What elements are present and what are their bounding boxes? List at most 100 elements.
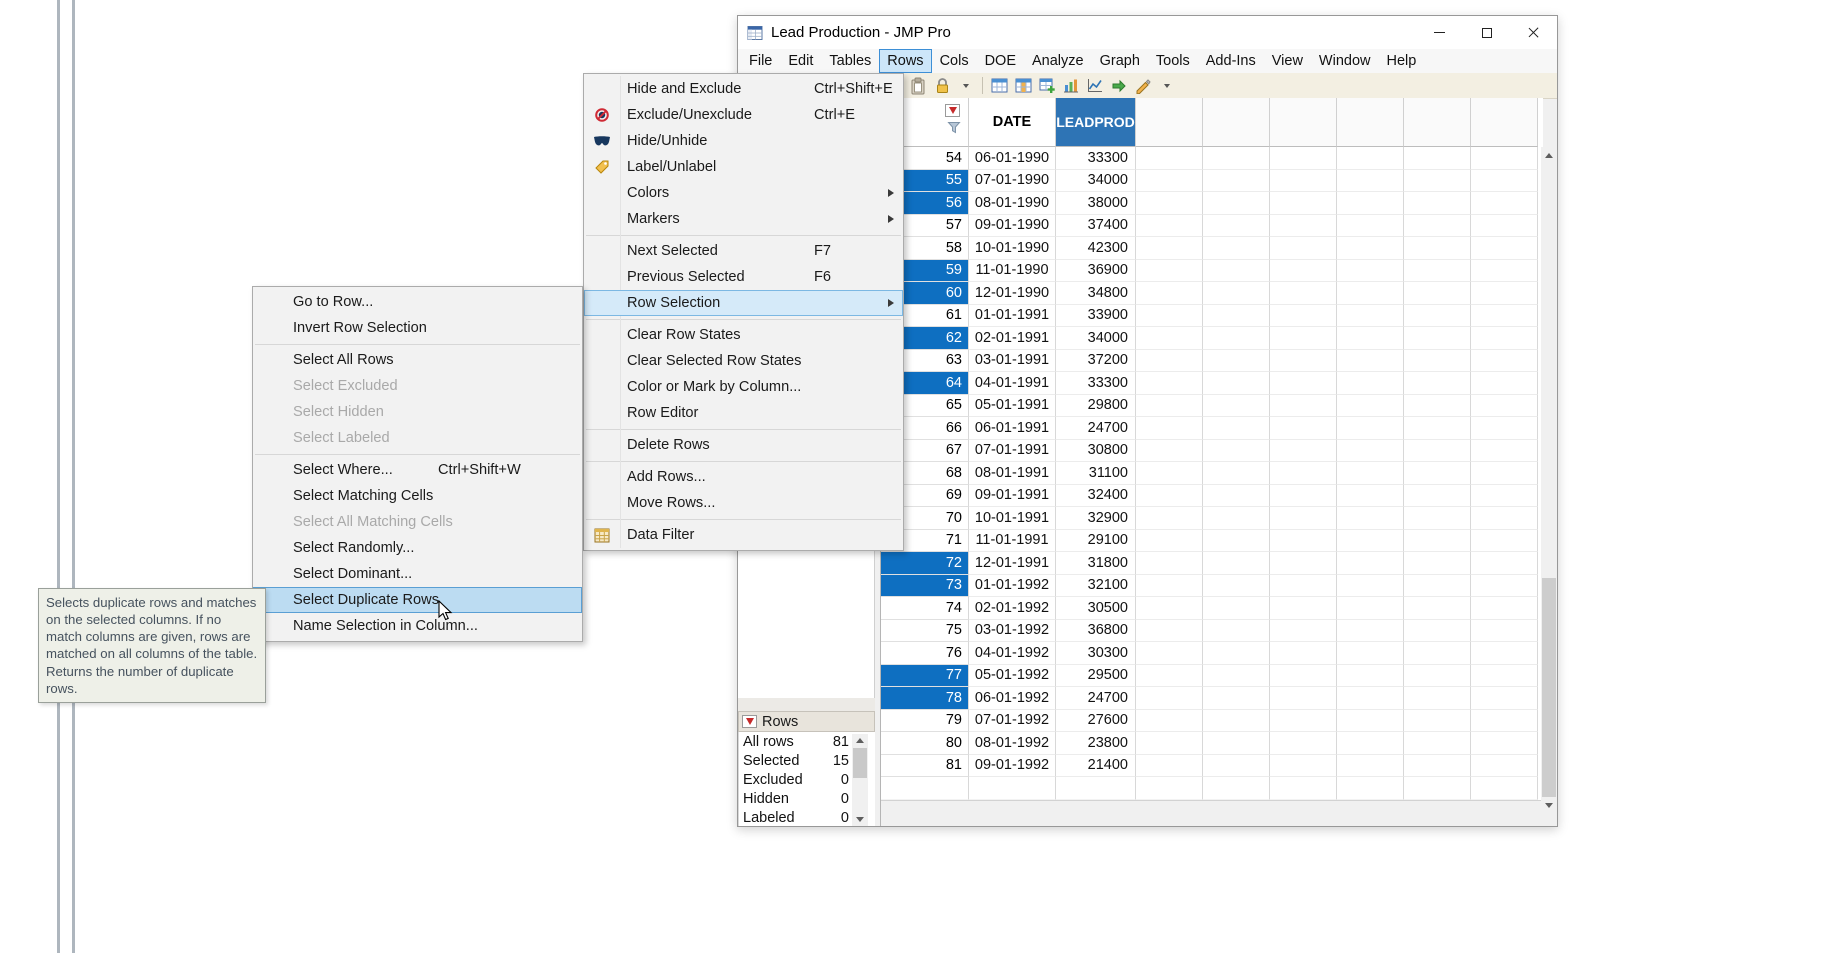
empty-cell[interactable] <box>1270 687 1337 710</box>
empty-cell[interactable] <box>1203 529 1270 552</box>
date-cell[interactable]: 05-01-1992 <box>969 664 1056 687</box>
empty-cell[interactable] <box>1471 574 1538 597</box>
date-cell[interactable]: 09-01-1992 <box>969 754 1056 777</box>
leadprod-cell[interactable]: 33300 <box>1056 147 1136 170</box>
date-cell[interactable]: 03-01-1991 <box>969 349 1056 372</box>
table-icon[interactable] <box>988 75 1010 97</box>
column-header-empty[interactable] <box>1270 98 1337 147</box>
empty-cell[interactable] <box>1404 507 1471 530</box>
empty-cell[interactable] <box>1404 619 1471 642</box>
menubar-item-help[interactable]: Help <box>1379 49 1425 73</box>
empty-cell[interactable] <box>1337 147 1404 170</box>
menubar-item-doe[interactable]: DOE <box>977 49 1024 73</box>
empty-cell[interactable] <box>1404 664 1471 687</box>
leadprod-cell[interactable]: 32400 <box>1056 484 1136 507</box>
empty-cell[interactable] <box>1203 169 1270 192</box>
menubar-item-cols[interactable]: Cols <box>932 49 977 73</box>
empty-cell[interactable] <box>1203 147 1270 170</box>
empty-cell[interactable] <box>1270 529 1337 552</box>
empty-cell[interactable] <box>1471 732 1538 755</box>
leadprod-cell[interactable]: 32900 <box>1056 507 1136 530</box>
table-add-rows-icon[interactable] <box>1036 75 1058 97</box>
table-columns-icon[interactable] <box>1012 75 1034 97</box>
empty-cell[interactable] <box>1203 597 1270 620</box>
menu-item-hide-and-exclude[interactable]: Hide and Exclude Ctrl+Shift+E <box>584 76 903 102</box>
empty-cell[interactable] <box>1404 529 1471 552</box>
row-number-cell[interactable]: 79 <box>881 709 969 732</box>
column-header-empty[interactable] <box>1404 98 1471 147</box>
empty-cell[interactable] <box>1471 619 1538 642</box>
empty-cell[interactable] <box>1337 372 1404 395</box>
paste-icon[interactable] <box>907 75 929 97</box>
date-cell[interactable]: 04-01-1991 <box>969 372 1056 395</box>
menu-item-select-labeled[interactable]: Select Labeled <box>253 425 582 451</box>
empty-cell[interactable] <box>1136 237 1203 260</box>
date-cell[interactable]: 02-01-1991 <box>969 327 1056 350</box>
empty-cell[interactable] <box>1136 664 1203 687</box>
row-number-cell[interactable]: 78 <box>881 687 969 710</box>
empty-cell[interactable] <box>1337 237 1404 260</box>
empty-cell[interactable] <box>1471 372 1538 395</box>
empty-cell[interactable] <box>1270 462 1337 485</box>
empty-cell[interactable] <box>1270 439 1337 462</box>
empty-cell[interactable] <box>1471 192 1538 215</box>
empty-cell[interactable] <box>1471 552 1538 575</box>
empty-cell[interactable] <box>1337 574 1404 597</box>
row-number-cell[interactable]: 72 <box>881 552 969 575</box>
menu-item-color-or-mark-by-column[interactable]: Color or Mark by Column... <box>584 374 903 400</box>
empty-cell[interactable] <box>1136 597 1203 620</box>
menu-item-select-randomly[interactable]: Select Randomly... <box>253 535 582 561</box>
empty-cell[interactable] <box>1471 664 1538 687</box>
empty-cell[interactable] <box>1203 664 1270 687</box>
empty-cell[interactable] <box>1203 754 1270 777</box>
close-button[interactable] <box>1510 16 1557 49</box>
date-cell[interactable]: 04-01-1992 <box>969 642 1056 665</box>
column-header-empty[interactable] <box>1203 98 1270 147</box>
date-cell[interactable]: 07-01-1990 <box>969 169 1056 192</box>
date-cell[interactable]: 09-01-1991 <box>969 484 1056 507</box>
menubar-item-file[interactable]: File <box>741 49 780 73</box>
empty-cell[interactable] <box>1337 687 1404 710</box>
empty-cell[interactable] <box>1404 687 1471 710</box>
date-cell[interactable]: 11-01-1991 <box>969 529 1056 552</box>
empty-cell[interactable] <box>1337 507 1404 530</box>
empty-cell[interactable] <box>1136 349 1203 372</box>
leadprod-cell[interactable]: 30300 <box>1056 642 1136 665</box>
empty-cell[interactable] <box>1337 304 1404 327</box>
empty-cell[interactable] <box>1337 417 1404 440</box>
menu-item-select-all-rows[interactable]: Select All Rows <box>253 347 582 373</box>
empty-cell[interactable] <box>1471 687 1538 710</box>
empty-cell[interactable] <box>1471 439 1538 462</box>
empty-cell[interactable] <box>1270 349 1337 372</box>
leadprod-cell[interactable]: 31800 <box>1056 552 1136 575</box>
lock-icon[interactable] <box>931 75 953 97</box>
menu-item-go-to-row[interactable]: Go to Row... <box>253 289 582 315</box>
empty-cell[interactable] <box>1203 214 1270 237</box>
bar-chart-icon[interactable] <box>1060 75 1082 97</box>
empty-cell[interactable] <box>1404 304 1471 327</box>
empty-cell[interactable] <box>1471 529 1538 552</box>
empty-cell[interactable] <box>1203 687 1270 710</box>
rows-panel-hotspot-button[interactable] <box>742 715 757 728</box>
menu-item-select-excluded[interactable]: Select Excluded <box>253 373 582 399</box>
leadprod-cell[interactable]: 29800 <box>1056 394 1136 417</box>
empty-cell[interactable] <box>1270 417 1337 440</box>
empty-cell[interactable] <box>1471 507 1538 530</box>
line-chart-icon[interactable] <box>1084 75 1106 97</box>
empty-cell[interactable] <box>1203 507 1270 530</box>
empty-cell[interactable] <box>1471 709 1538 732</box>
empty-cell[interactable] <box>1203 484 1270 507</box>
empty-cell[interactable] <box>1136 574 1203 597</box>
menu-item-select-matching-cells[interactable]: Select Matching Cells <box>253 483 582 509</box>
leadprod-cell[interactable]: 36900 <box>1056 259 1136 282</box>
menu-item-name-selection-in-column[interactable]: Name Selection in Column... <box>253 613 582 639</box>
leadprod-cell[interactable]: 42300 <box>1056 237 1136 260</box>
date-cell[interactable]: 09-01-1990 <box>969 214 1056 237</box>
empty-cell[interactable] <box>1136 282 1203 305</box>
empty-cell[interactable] <box>1203 327 1270 350</box>
menu-item-data-filter[interactable]: Data Filter <box>584 522 903 548</box>
empty-cell[interactable] <box>1404 597 1471 620</box>
empty-cell[interactable] <box>1337 484 1404 507</box>
empty-cell[interactable] <box>1203 642 1270 665</box>
date-cell[interactable]: 06-01-1991 <box>969 417 1056 440</box>
